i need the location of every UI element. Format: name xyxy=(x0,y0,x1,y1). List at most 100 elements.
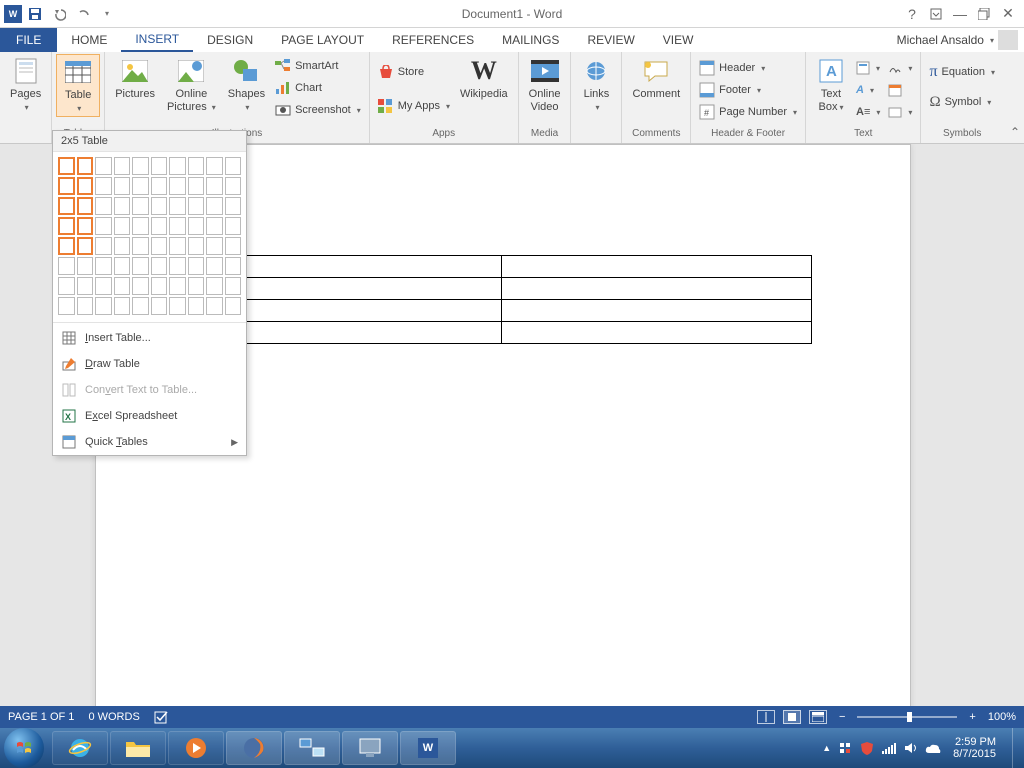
grid-cell[interactable] xyxy=(132,197,149,215)
grid-cell[interactable] xyxy=(151,237,168,255)
taskbar-ie[interactable] xyxy=(52,731,108,765)
zoom-in-button[interactable]: + xyxy=(965,711,979,723)
grid-cell[interactable] xyxy=(77,257,94,275)
close-button[interactable]: ✕ xyxy=(998,4,1018,24)
collapse-ribbon-button[interactable]: ⌃ xyxy=(1010,125,1020,139)
grid-cell[interactable] xyxy=(77,297,94,315)
grid-cell[interactable] xyxy=(114,217,131,235)
grid-cell[interactable] xyxy=(188,277,205,295)
qat-customize[interactable]: ▾ xyxy=(96,3,118,25)
grid-cell[interactable] xyxy=(206,177,223,195)
grid-cell[interactable] xyxy=(225,297,242,315)
grid-cell[interactable] xyxy=(206,257,223,275)
pages-button[interactable]: Pages▾ xyxy=(4,54,47,115)
excel-spreadsheet-item[interactable]: X Excel Spreadsheet xyxy=(53,403,246,429)
grid-cell[interactable] xyxy=(114,157,131,175)
grid-cell[interactable] xyxy=(77,217,94,235)
grid-cell[interactable] xyxy=(114,197,131,215)
save-button[interactable] xyxy=(24,3,46,25)
tab-insert[interactable]: INSERT xyxy=(121,28,193,52)
zoom-out-button[interactable]: − xyxy=(835,711,849,723)
grid-cell[interactable] xyxy=(225,257,242,275)
tab-review[interactable]: REVIEW xyxy=(573,28,648,52)
grid-cell[interactable] xyxy=(132,237,149,255)
grid-cell[interactable] xyxy=(114,297,131,315)
tray-flag-icon[interactable] xyxy=(837,740,853,756)
grid-cell[interactable] xyxy=(58,177,75,195)
myapps-button[interactable]: My Apps ▾ xyxy=(378,96,450,116)
tab-pagelayout[interactable]: PAGE LAYOUT xyxy=(267,28,378,52)
read-mode-button[interactable] xyxy=(757,710,775,724)
page-indicator[interactable]: PAGE 1 OF 1 xyxy=(8,711,74,723)
taskbar-word[interactable]: W xyxy=(400,731,456,765)
grid-cell[interactable] xyxy=(58,197,75,215)
grid-cell[interactable] xyxy=(206,237,223,255)
links-button[interactable]: Links▾ xyxy=(575,54,617,115)
grid-cell[interactable] xyxy=(132,257,149,275)
grid-cell[interactable] xyxy=(151,197,168,215)
comment-button[interactable]: Comment xyxy=(626,54,686,103)
restore-button[interactable] xyxy=(974,4,994,24)
zoom-level[interactable]: 100% xyxy=(988,711,1016,723)
grid-cell[interactable] xyxy=(95,297,112,315)
quick-tables-item[interactable]: Quick Tables ▶ xyxy=(53,429,246,455)
chart-button[interactable]: Chart xyxy=(275,78,361,98)
grid-cell[interactable] xyxy=(132,217,149,235)
undo-button[interactable] xyxy=(48,3,70,25)
grid-cell[interactable] xyxy=(58,237,75,255)
grid-cell[interactable] xyxy=(58,297,75,315)
grid-cell[interactable] xyxy=(188,297,205,315)
grid-cell[interactable] xyxy=(151,217,168,235)
grid-cell[interactable] xyxy=(225,277,242,295)
grid-cell[interactable] xyxy=(225,237,242,255)
footer-button[interactable]: Footer▾ xyxy=(699,80,797,100)
user-info[interactable]: Michael Ansaldo ▾ xyxy=(897,28,1024,52)
insert-table-item[interactable]: Insert Table... xyxy=(53,325,246,351)
grid-cell[interactable] xyxy=(151,257,168,275)
grid-cell[interactable] xyxy=(206,297,223,315)
taskbar-app1[interactable] xyxy=(284,731,340,765)
quickparts-button[interactable]: ▾ xyxy=(856,58,880,78)
grid-cell[interactable] xyxy=(77,197,94,215)
tab-home[interactable]: HOME xyxy=(57,28,121,52)
signature-button[interactable]: ▾ xyxy=(888,58,912,78)
grid-cell[interactable] xyxy=(77,177,94,195)
grid-cell[interactable] xyxy=(151,157,168,175)
tab-file[interactable]: FILE xyxy=(0,28,57,52)
table-row[interactable] xyxy=(192,278,812,300)
screenshot-button[interactable]: Screenshot▾ xyxy=(275,100,361,120)
datetime-button[interactable] xyxy=(888,80,912,100)
table-row[interactable] xyxy=(192,300,812,322)
grid-cell[interactable] xyxy=(95,217,112,235)
tray-show-hidden[interactable]: ▲ xyxy=(822,743,831,753)
grid-cell[interactable] xyxy=(206,277,223,295)
grid-cell[interactable] xyxy=(206,197,223,215)
shapes-button[interactable]: Shapes▾ xyxy=(222,54,271,115)
grid-cell[interactable] xyxy=(225,217,242,235)
grid-cell[interactable] xyxy=(188,197,205,215)
table-button[interactable]: Table▾ xyxy=(56,54,100,117)
textbox-button[interactable]: A TextBox▾ xyxy=(810,54,852,115)
grid-cell[interactable] xyxy=(114,177,131,195)
table-row[interactable] xyxy=(192,256,812,278)
grid-cell[interactable] xyxy=(132,157,149,175)
grid-cell[interactable] xyxy=(188,217,205,235)
spellcheck-button[interactable] xyxy=(154,710,170,724)
taskbar-firefox[interactable] xyxy=(226,731,282,765)
object-button[interactable]: ▾ xyxy=(888,102,912,122)
store-button[interactable]: Store xyxy=(378,62,450,82)
wordart-button[interactable]: A▾ xyxy=(856,80,880,100)
dropcap-button[interactable]: A≡▾ xyxy=(856,102,880,122)
online-video-button[interactable]: OnlineVideo xyxy=(523,54,567,115)
grid-cell[interactable] xyxy=(169,177,186,195)
grid-cell[interactable] xyxy=(225,177,242,195)
grid-cell[interactable] xyxy=(188,237,205,255)
grid-cell[interactable] xyxy=(58,217,75,235)
grid-cell[interactable] xyxy=(95,277,112,295)
grid-cell[interactable] xyxy=(132,277,149,295)
grid-cell[interactable] xyxy=(58,157,75,175)
grid-cell[interactable] xyxy=(188,157,205,175)
grid-cell[interactable] xyxy=(132,177,149,195)
grid-cell[interactable] xyxy=(169,297,186,315)
minimize-button[interactable]: — xyxy=(950,4,970,24)
